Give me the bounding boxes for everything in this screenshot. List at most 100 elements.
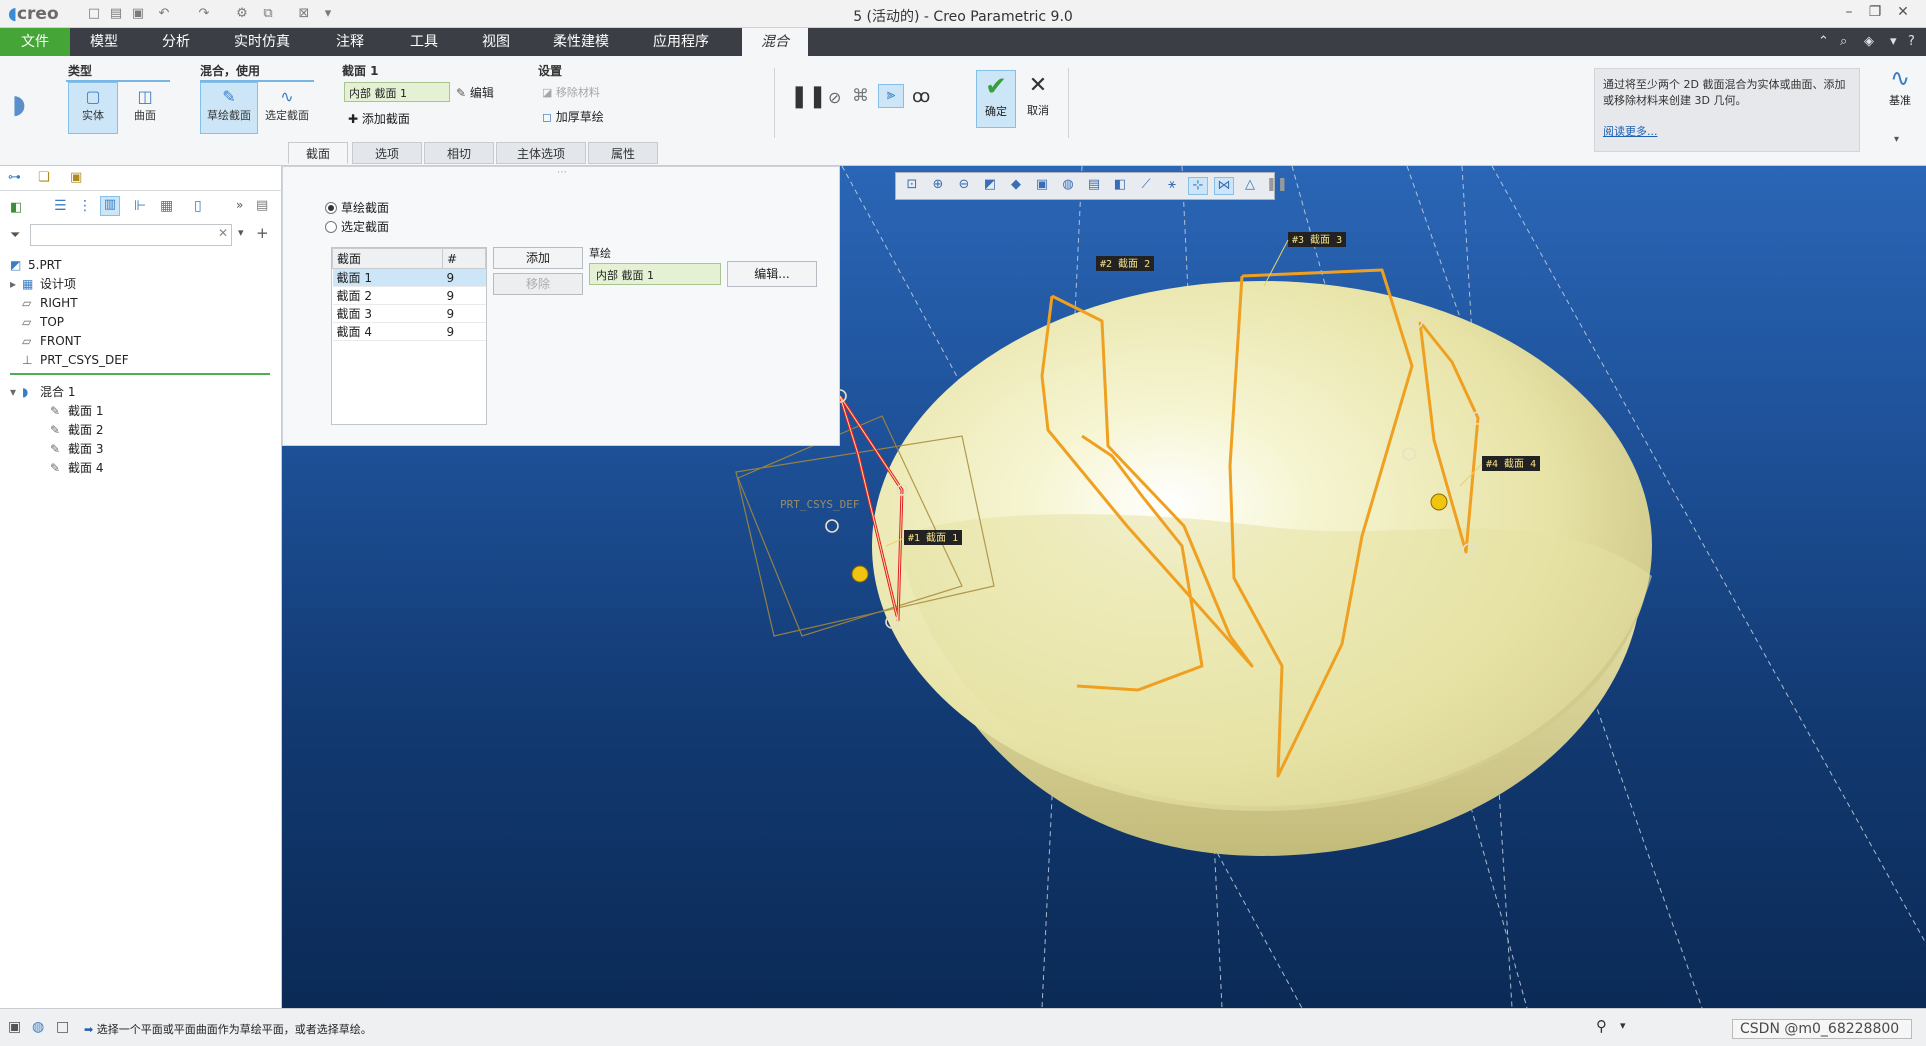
menu-simulation[interactable]: 实时仿真 [220, 28, 304, 56]
layers-icon[interactable]: ▦ [160, 198, 173, 214]
repaint-icon[interactable]: ◩ [980, 177, 1000, 195]
confirm-button[interactable]: ✔ 确定 [976, 70, 1016, 128]
section-view-icon[interactable]: ◧ [1110, 177, 1130, 195]
tree-item-part[interactable]: ◩ 5.PRT [10, 256, 270, 275]
preview-mesh-icon[interactable]: ⌘ [852, 86, 869, 106]
collapse-ribbon-icon[interactable]: ⌃ [1818, 34, 1829, 49]
favorites-tab-icon[interactable]: ▣ [70, 170, 82, 185]
tab-body-options[interactable]: 主体选项 [496, 142, 586, 164]
menu-blend[interactable]: 混合 [742, 28, 808, 56]
tab-options[interactable]: 选项 [352, 142, 422, 164]
pause-icon[interactable]: ❚❚ [790, 84, 827, 109]
clear-search-icon[interactable]: ✕ [218, 226, 228, 240]
collapse-arrow-icon[interactable]: ▾ [10, 383, 22, 402]
tree-item-blend[interactable]: ▾ ◗ 混合 1 [10, 383, 270, 402]
menu-analysis[interactable]: 分析 [144, 28, 208, 56]
search-dropdown-icon[interactable]: ▾ [238, 226, 244, 239]
tree-list-icon[interactable]: ☰ [54, 198, 67, 214]
table-row[interactable]: 截面 1 9 [332, 268, 486, 287]
tree-item-front[interactable]: ▱ FRONT [10, 332, 270, 351]
menu-tools[interactable]: 工具 [392, 28, 456, 56]
solid-button[interactable]: ▢ 实体 [68, 82, 118, 134]
refit-icon[interactable]: ⊡ [902, 177, 922, 195]
zoom-out-icon[interactable]: ⊖ [954, 177, 974, 195]
search-icon[interactable]: ⌕ [1840, 34, 1847, 49]
annotation-display-icon[interactable]: ⚹ [1162, 177, 1182, 195]
dropdown-icon[interactable]: ▾ [1890, 34, 1897, 49]
add-column-icon[interactable]: + [256, 224, 269, 242]
point-display-icon[interactable]: ⋈ [1214, 177, 1234, 195]
notes-icon[interactable]: ▤ [256, 198, 268, 213]
restore-icon[interactable]: ❐ [1864, 4, 1886, 24]
tree-search-input[interactable] [30, 224, 232, 246]
saved-orientations-icon[interactable]: ▣ [1032, 177, 1052, 195]
tab-properties[interactable]: 属性 [588, 142, 658, 164]
zoom-in-icon[interactable]: ⊕ [928, 177, 948, 195]
view-manager-icon[interactable]: ◍ [1058, 177, 1078, 195]
browser-toggle-icon[interactable]: ◍ [32, 1019, 44, 1035]
tab-sections[interactable]: 截面 [288, 142, 348, 164]
table-row[interactable]: 截面 4 9 [332, 322, 486, 341]
display-style-icon[interactable]: ◆ [1006, 177, 1026, 195]
datum-button[interactable]: ∿ 基准 [1880, 64, 1920, 108]
csys-display-icon[interactable]: △ [1240, 177, 1260, 195]
table-header-section: 截面 [332, 248, 443, 269]
panel-grip[interactable]: ⋯ [557, 167, 567, 178]
sketch-collector[interactable]: 内部 截面 1 [589, 263, 721, 285]
find-dropdown-icon[interactable]: ▾ [1620, 1019, 1626, 1032]
fullscreen-icon[interactable]: □ [56, 1019, 69, 1035]
selected-sections-button[interactable]: ∿ 选定截面 [258, 82, 316, 134]
add-section-panel-button[interactable]: 添加 [493, 247, 583, 269]
tree-item-section-4[interactable]: ✎ 截面 4 [10, 459, 270, 478]
menu-view[interactable]: 视图 [464, 28, 528, 56]
table-row[interactable]: 截面 3 9 [332, 304, 486, 323]
find-binoculars-icon[interactable]: ⚲ [1596, 1017, 1607, 1035]
section-edit-button[interactable]: ✎ 编辑 [456, 84, 494, 101]
datum-display-icon[interactable]: ⟋ [1136, 177, 1156, 195]
tree-item-section-3[interactable]: ✎ 截面 3 [10, 440, 270, 459]
tree-item-right[interactable]: ▱ RIGHT [10, 294, 270, 313]
perspective-icon[interactable]: ▤ [1084, 177, 1104, 195]
cancel-button[interactable]: ✕ 取消 [1018, 70, 1058, 128]
close-icon[interactable]: ✕ [1892, 4, 1914, 24]
datum-dropdown-icon[interactable]: ▾ [1894, 134, 1899, 145]
tree-filter-settings-icon[interactable]: ⊩ [134, 198, 146, 214]
table-row[interactable]: 截面 2 9 [332, 286, 486, 305]
menu-file[interactable]: 文件 [0, 28, 70, 56]
radio-selected-sections[interactable]: 选定截面 [325, 218, 389, 236]
attached-preview-icon[interactable]: ⫸ [878, 84, 904, 108]
surface-button[interactable]: ◫ 曲面 [120, 82, 170, 134]
detail-view-icon[interactable]: ▯ [194, 198, 202, 214]
settings-icon[interactable]: ◈ [1864, 34, 1874, 49]
pause-toolbar-icon[interactable]: ❚❚ [1266, 177, 1288, 195]
tree-item-top[interactable]: ▱ TOP [10, 313, 270, 332]
tree-item-section-1[interactable]: ✎ 截面 1 [10, 402, 270, 421]
menu-flexible-modeling[interactable]: 柔性建模 [538, 28, 624, 56]
radio-sketched-sections[interactable]: 草绘截面 [325, 199, 389, 217]
folder-browser-tab-icon[interactable]: ❏ [38, 170, 50, 185]
read-more-link[interactable]: 阅读更多... [1603, 123, 1851, 139]
menu-applications[interactable]: 应用程序 [636, 28, 726, 56]
tab-tangency[interactable]: 相切 [424, 142, 494, 164]
tree-item-design-items[interactable]: ▸ ▦ 设计项 [10, 275, 270, 294]
thicken-sketch-toggle[interactable]: ◻ 加厚草绘 [542, 108, 604, 125]
menu-annotate[interactable]: 注释 [318, 28, 382, 56]
menu-model[interactable]: 模型 [72, 28, 136, 56]
no-preview-icon[interactable]: ⊘ [828, 88, 841, 107]
navigator-toggle-icon[interactable]: ▣ [8, 1019, 21, 1035]
spin-center-icon[interactable]: ⊹ [1188, 177, 1208, 195]
add-section-button[interactable]: ✚ 添加截面 [348, 110, 410, 127]
tree-columns-icon[interactable]: ⋮ [78, 198, 92, 214]
edit-sketch-button[interactable]: 编辑... [727, 261, 817, 287]
expand-arrow-icon[interactable]: ▸ [10, 275, 22, 294]
verify-glasses-icon[interactable]: ꝏ [912, 86, 930, 107]
help-icon[interactable]: ? [1908, 34, 1915, 49]
tree-item-section-2[interactable]: ✎ 截面 2 [10, 421, 270, 440]
sketched-sections-button[interactable]: ✎ 草绘截面 [200, 82, 258, 134]
section-field[interactable]: 内部 截面 1 [344, 82, 450, 102]
tree-item-csys[interactable]: ⊥ PRT_CSYS_DEF [10, 351, 270, 370]
minimize-icon[interactable]: – [1838, 4, 1860, 24]
more-chevron-icon[interactable]: » [236, 198, 243, 212]
show-tree-icon[interactable]: ▥ [100, 196, 120, 216]
model-tree-tab-icon[interactable]: ⊶ [8, 170, 21, 185]
